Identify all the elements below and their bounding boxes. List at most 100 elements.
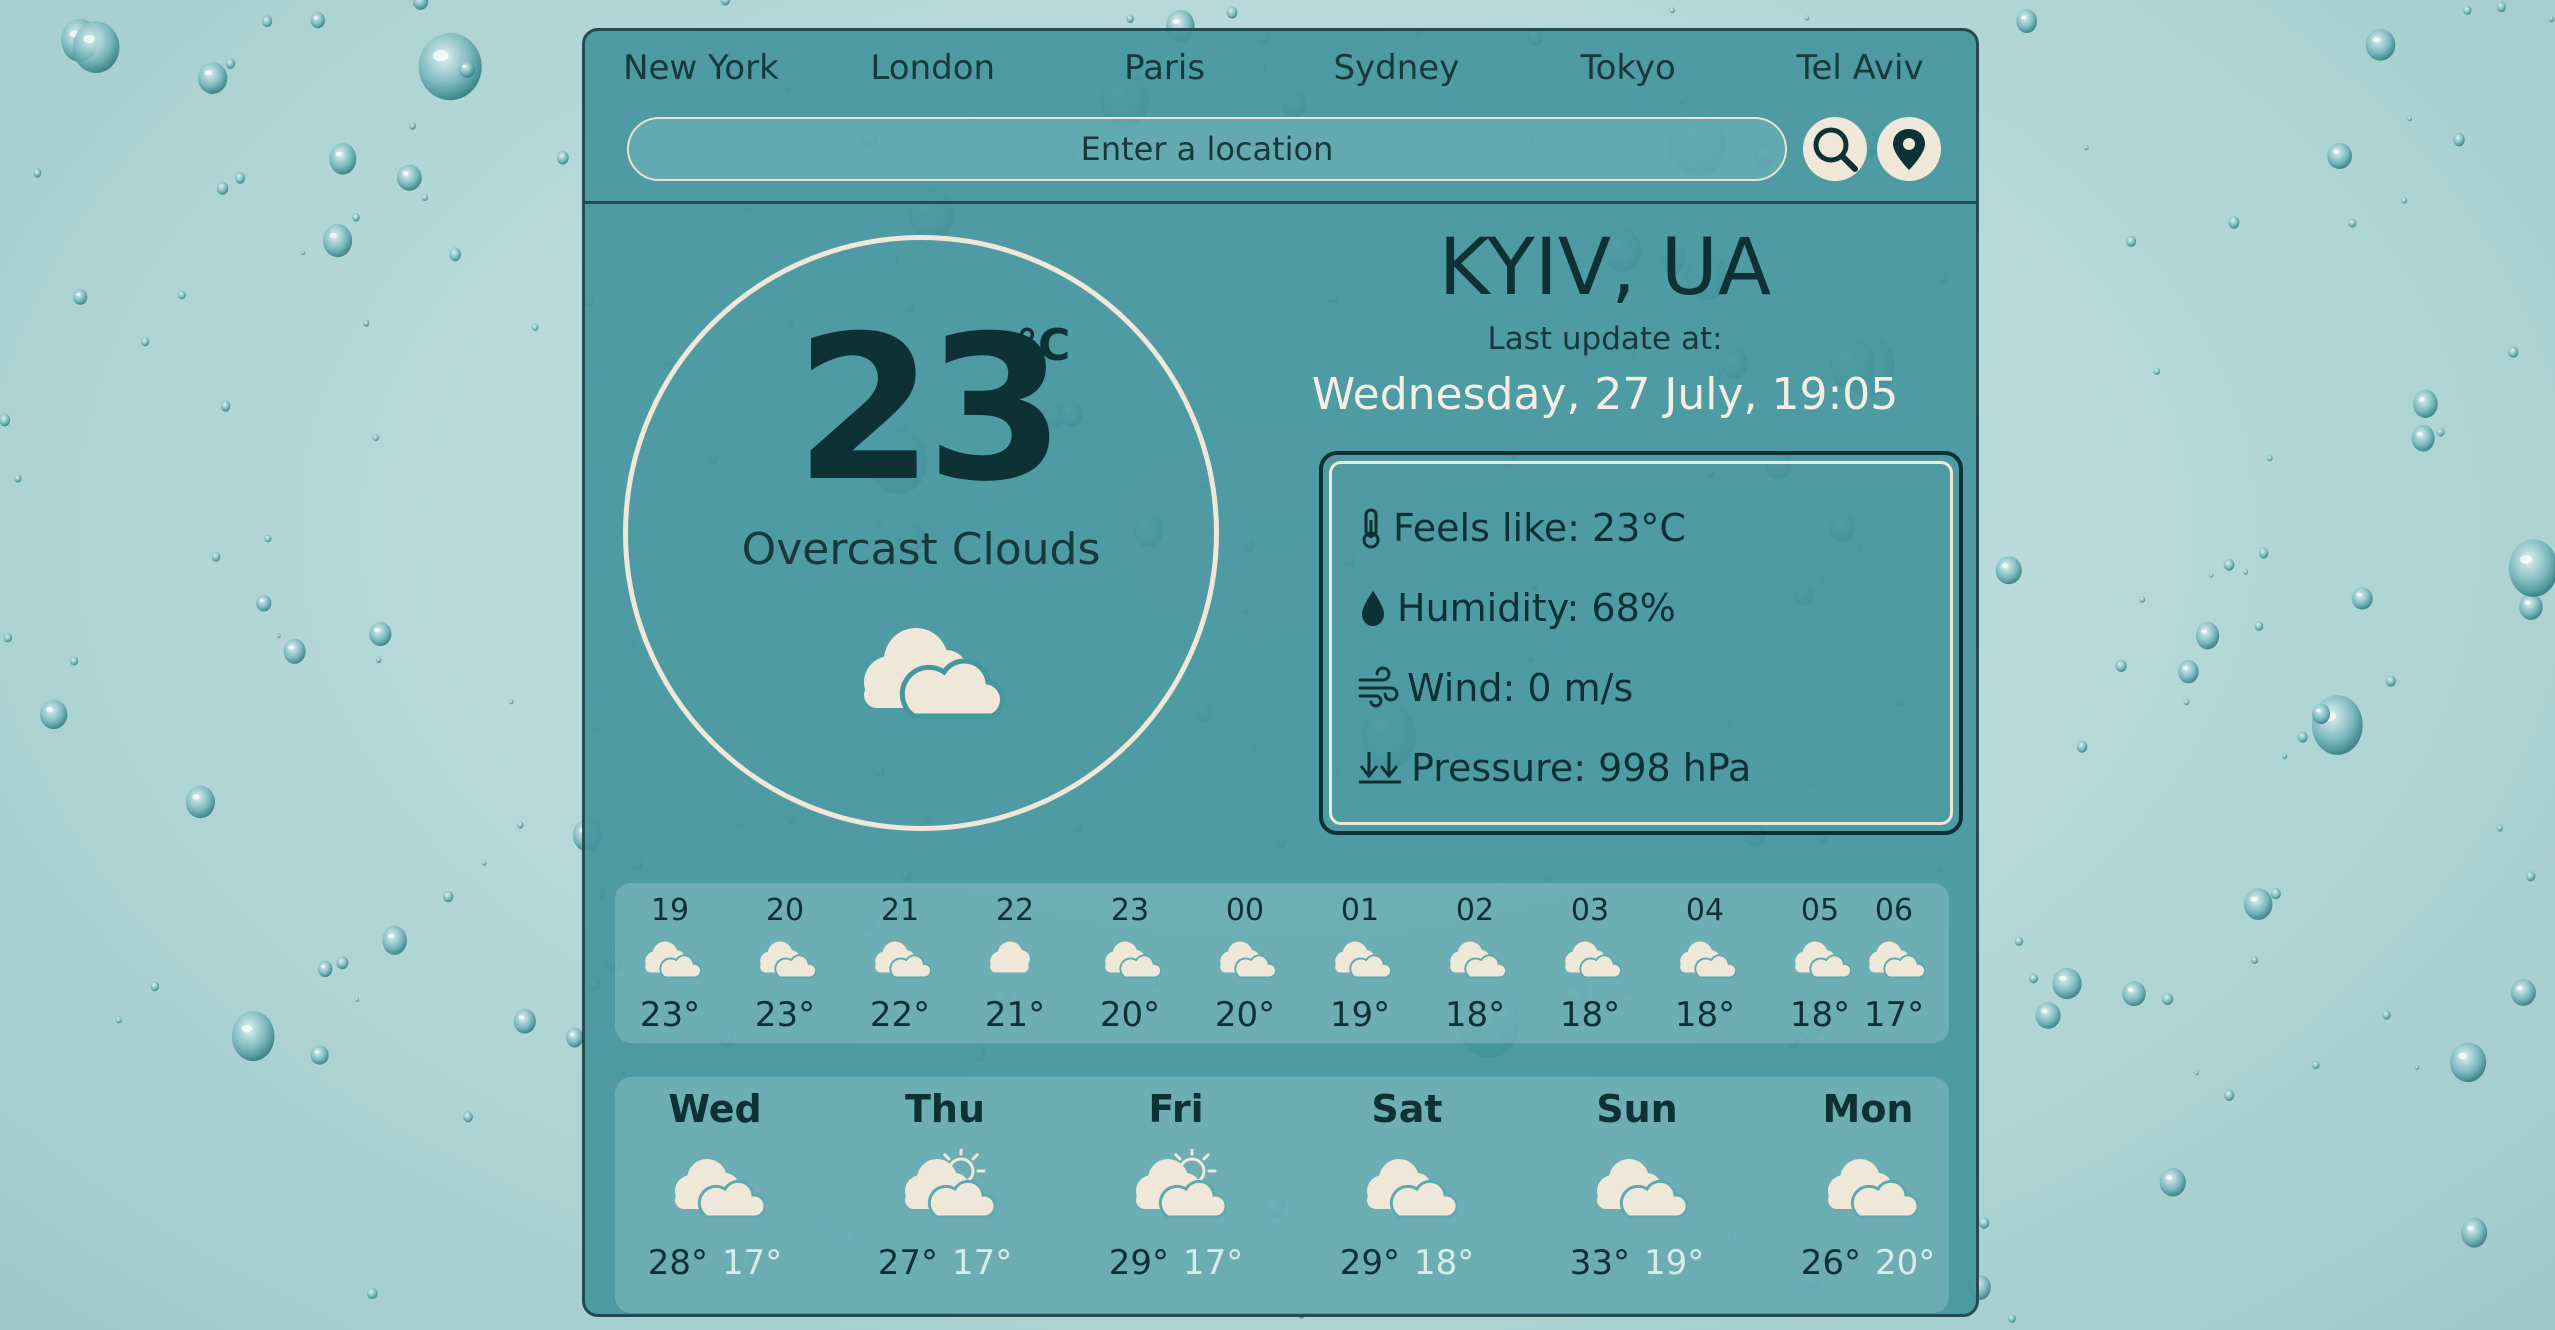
thermometer-icon (1362, 508, 1380, 549)
pressure-arrows-icon (1359, 752, 1401, 784)
clouds-icon (1559, 935, 1622, 983)
current-temperature: 23 (794, 293, 1065, 526)
hourly-item: 23 20° (1075, 883, 1185, 1043)
hourly-temp: 20° (1214, 995, 1276, 1035)
hourly-time: 20 (765, 893, 805, 928)
last-update-label: Last update at: (1487, 321, 1723, 357)
hourly-temp: 20° (1099, 995, 1161, 1035)
hourly-time: 00 (1225, 893, 1265, 928)
daily-item: Sun 33° 19° (1537, 1077, 1737, 1313)
daily-item: Fri 29° 17° (1076, 1077, 1276, 1313)
sun-behind-cloud-icon (1126, 1146, 1228, 1223)
current-location-button[interactable] (1877, 117, 1941, 181)
hourly-item: 21 22° (845, 883, 955, 1043)
daily-day-name: Sat (1371, 1087, 1443, 1131)
wind-icon (1358, 666, 1399, 708)
daily-item: Sat 29° 18° (1307, 1077, 1507, 1313)
hourly-temp: 21° (984, 995, 1046, 1035)
daily-temps: 27° 17° (845, 1243, 1045, 1283)
hourly-temp: 17° (1863, 995, 1925, 1035)
hourly-item: 02 18° (1420, 883, 1530, 1043)
clouds-icon (1587, 1149, 1689, 1223)
sun-behind-cloud-icon (895, 1146, 997, 1223)
daily-item: Thu 27° 17° (845, 1077, 1045, 1313)
hourly-item: 20 23° (730, 883, 840, 1043)
city-tabs: New York London Paris Sydney Tokyo Tel A… (585, 31, 1976, 106)
current-weather-circle: 23 °C Overcast Clouds (623, 235, 1219, 831)
daily-low: 19° (1644, 1243, 1705, 1283)
clouds-icon (1357, 1149, 1459, 1223)
clouds-icon (1329, 935, 1392, 983)
clouds-icon (639, 935, 702, 983)
city-tab-tokyo[interactable]: Tokyo (1512, 31, 1744, 106)
search-button[interactable] (1803, 117, 1867, 181)
city-tab-sydney[interactable]: Sydney (1280, 31, 1512, 106)
clouds-icon (1444, 935, 1507, 983)
daily-day-name: Thu (904, 1087, 986, 1131)
hourly-forecast: 19 23° 20 23° 21 22° 22 21° 23 20° 00 20… (615, 883, 1949, 1043)
clouds-icon (1818, 1149, 1920, 1223)
daily-high: 26° (1800, 1243, 1861, 1283)
daily-temps: 29° 17° (1076, 1243, 1276, 1283)
header-divider (585, 201, 1976, 204)
daily-high: 33° (1569, 1243, 1630, 1283)
overcast-clouds-icon (864, 628, 1005, 719)
hourly-item: 03 18° (1535, 883, 1645, 1043)
hourly-temp: 18° (1674, 995, 1736, 1035)
daily-item: Wed 28° 17° (615, 1077, 815, 1313)
pressure-text: Pressure: 998 hPa (1411, 746, 1752, 790)
hourly-time: 01 (1340, 893, 1380, 928)
daily-temps: 26° 20° (1768, 1243, 1968, 1283)
hourly-time: 22 (995, 893, 1035, 928)
daily-day-name: Wed (668, 1087, 762, 1131)
last-update-time: Wednesday, 27 July, 19:05 (1311, 369, 1899, 420)
location-search-input[interactable] (627, 117, 1787, 181)
city-tab-new-york[interactable]: New York (585, 31, 817, 106)
hourly-item: 22 21° (960, 883, 1070, 1043)
daily-temps: 29° 18° (1307, 1243, 1507, 1283)
pressure-row: Pressure: 998 hPa (1357, 743, 1751, 793)
hourly-time: 19 (650, 893, 690, 928)
hourly-temp: 23° (754, 995, 816, 1035)
daily-low: 20° (1875, 1243, 1936, 1283)
daily-low: 17° (952, 1243, 1013, 1283)
hourly-time: 02 (1455, 893, 1495, 928)
hourly-temp: 23° (639, 995, 701, 1035)
daily-temps: 28° 17° (615, 1243, 815, 1283)
city-tab-tel-aviv[interactable]: Tel Aviv (1744, 31, 1976, 106)
map-pin-icon (1893, 129, 1925, 170)
search-icon (1813, 127, 1858, 172)
wind-text: Wind: 0 m/s (1407, 666, 1634, 710)
hourly-temp: 18° (1559, 995, 1621, 1035)
hourly-time: 06 (1874, 893, 1914, 928)
city-tab-london[interactable]: London (817, 31, 1049, 106)
daily-high: 28° (647, 1243, 708, 1283)
hourly-temp: 22° (869, 995, 931, 1035)
city-tab-paris[interactable]: Paris (1049, 31, 1281, 106)
daily-day-name: Mon (1822, 1087, 1914, 1131)
wind-row: Wind: 0 m/s (1357, 663, 1633, 713)
daily-low: 17° (722, 1243, 783, 1283)
clouds-icon (1214, 935, 1277, 983)
hourly-time: 21 (880, 893, 920, 928)
clouds-icon (665, 1149, 767, 1223)
clouds-icon (869, 935, 932, 983)
clouds-icon (1099, 935, 1162, 983)
weather-condition: Overcast Clouds (741, 524, 1101, 575)
hourly-time: 04 (1685, 893, 1725, 928)
weather-card: New York London Paris Sydney Tokyo Tel A… (582, 28, 1979, 1317)
daily-day-name: Sun (1596, 1087, 1678, 1131)
hourly-item: 04 18° (1650, 883, 1760, 1043)
location-name: KYIV, UA (1438, 223, 1772, 313)
clouds-icon (1863, 935, 1926, 983)
hourly-time: 23 (1110, 893, 1150, 928)
daily-high: 29° (1108, 1243, 1169, 1283)
hourly-item: 00 20° (1190, 883, 1300, 1043)
humidity-text: Humidity: 68% (1397, 586, 1676, 630)
daily-low: 18° (1414, 1243, 1475, 1283)
hourly-temp: 19° (1329, 995, 1391, 1035)
daily-forecast: Wed 28° 17° Thu 27° 17° Fri 29° 17° Sat 29°… (615, 1077, 1949, 1313)
temperature-unit: °C (1016, 320, 1071, 371)
feels-like-row: Feels like: 23°C (1357, 503, 1686, 553)
humidity-row: Humidity: 68% (1357, 583, 1676, 633)
